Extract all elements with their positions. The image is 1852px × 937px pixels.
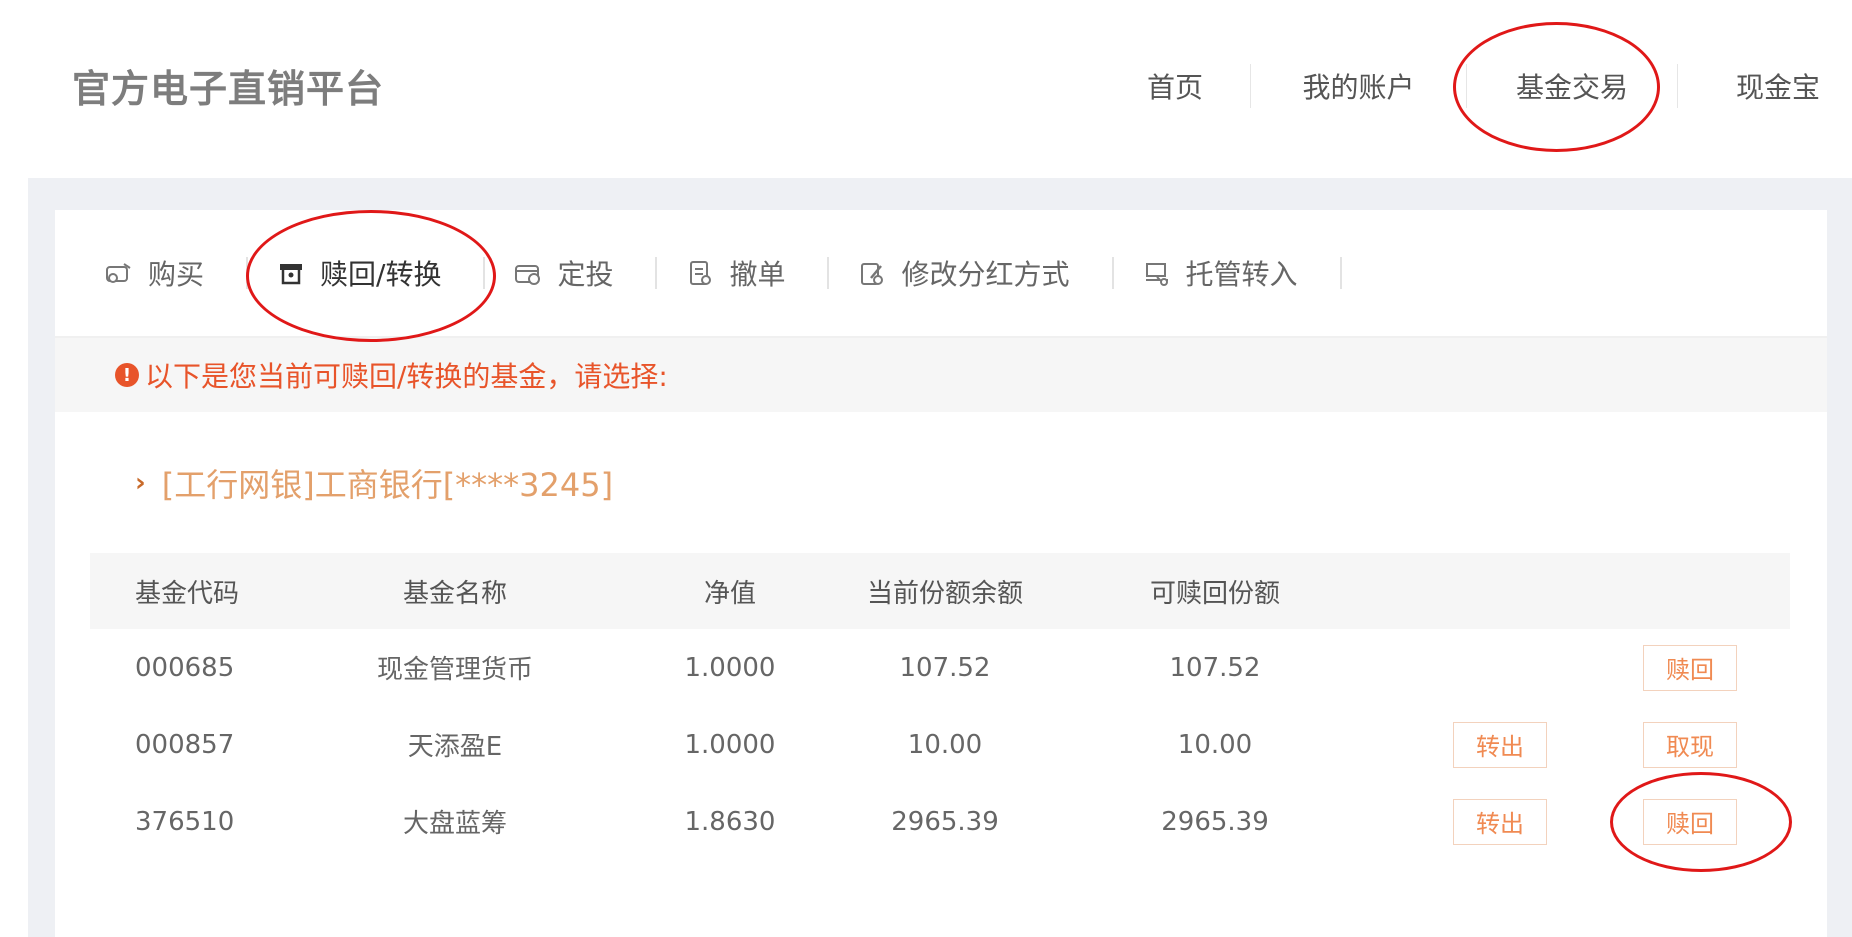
tab-fixed-investment-label: 定投	[557, 258, 614, 291]
tab-cancel-order[interactable]: 撤单	[671, 243, 813, 303]
fund-nav: 1.8630	[684, 806, 776, 837]
dividend-edit-icon	[857, 258, 887, 288]
header-redeemable-share: 可赎回份额	[1149, 578, 1280, 609]
table-header-row: 基金代码 基金名称 净值 当前份额余额 可赎回份额	[90, 553, 1790, 629]
fund-name: 现金管理货币	[376, 655, 533, 685]
tab-purchase-label: 购买	[148, 258, 205, 291]
nav-cash-treasure[interactable]: 现金宝	[1678, 60, 1852, 112]
tab-custody-transfer-label: 托管转入	[1185, 258, 1298, 291]
fund-code: 376510	[135, 806, 235, 837]
fund-redeemable: 2965.39	[1161, 806, 1269, 837]
bank-account-label: [工行网银]工商银行[****3245]	[161, 466, 614, 504]
trading-panel: 购买 赎回/转换 定投 撤单 修改分红方式 托管转入 ! 以下是您当前可赎回/转…	[55, 210, 1827, 937]
fund-share: 107.52	[899, 652, 991, 683]
sub-tab-bar: 购买 赎回/转换 定投 撤单 修改分红方式 托管转入	[55, 210, 1827, 355]
tab-purchase[interactable]: 购买	[90, 243, 232, 303]
alert-icon: !	[115, 363, 139, 387]
tab-cancel-order-label: 撤单	[729, 258, 786, 291]
tab-divider	[655, 257, 658, 289]
table-row: 000685 现金管理货币 1.0000 107.52 107.52 赎回	[90, 629, 1790, 706]
nav-home[interactable]: 首页	[1100, 60, 1250, 112]
tab-divider	[483, 257, 486, 289]
tab-divider	[1111, 257, 1114, 289]
withdraw-cash-button[interactable]: 取现	[1643, 721, 1737, 768]
transfer-out-button[interactable]: 转出	[1453, 798, 1547, 845]
chevron-right-icon: ›	[135, 468, 146, 498]
fund-share: 2965.39	[891, 806, 999, 837]
tab-divider	[1339, 257, 1342, 289]
table-row: 000857 天添盈E 1.0000 10.00 10.00 转出 取现	[90, 706, 1790, 783]
tab-divider	[246, 257, 249, 289]
site-header: 官方电子直销平台 首页 我的账户 基金交易 现金宝	[0, 0, 1852, 178]
tab-fixed-investment[interactable]: 定投	[499, 243, 641, 303]
tab-dividend-method-label: 修改分红方式	[901, 258, 1070, 291]
tab-dividend-method[interactable]: 修改分红方式	[843, 243, 1097, 303]
notice-text: 以下是您当前可赎回/转换的基金，请选择:	[145, 360, 668, 393]
transfer-out-button[interactable]: 转出	[1453, 721, 1547, 768]
fund-redeemable: 10.00	[1177, 729, 1253, 760]
cancel-order-icon	[685, 258, 715, 288]
tab-redeem-convert[interactable]: 赎回/转换	[262, 243, 469, 355]
fund-nav: 1.0000	[684, 729, 776, 760]
site-title: 官方电子直销平台	[72, 67, 385, 111]
fund-name: 天添盈E	[407, 732, 503, 762]
redeem-button[interactable]: 赎回	[1643, 644, 1737, 691]
fund-share: 10.00	[907, 729, 983, 760]
tab-redeem-convert-label: 赎回/转换	[320, 258, 442, 291]
tab-custody-transfer[interactable]: 托管转入	[1128, 243, 1326, 303]
nav-fund-trading[interactable]: 基金交易	[1467, 60, 1677, 112]
redeem-icon	[276, 258, 306, 288]
fund-code: 000857	[135, 729, 235, 760]
bank-account-toggle[interactable]: › [工行网银]工商银行[****3245]	[135, 460, 613, 506]
fund-name: 大盘蓝筹	[402, 809, 507, 839]
fixed-investment-icon	[513, 258, 543, 288]
table-row: 376510 大盘蓝筹 1.8630 2965.39 2965.39 转出 赎回	[90, 783, 1790, 860]
fund-redeemable: 107.52	[1169, 652, 1261, 683]
tab-divider	[827, 257, 830, 289]
header-current-share: 当前份额余额	[866, 578, 1023, 609]
nav-my-account[interactable]: 我的账户	[1251, 60, 1466, 112]
fund-table: 基金代码 基金名称 净值 当前份额余额 可赎回份额 000685 现金管理货币 …	[90, 553, 1790, 860]
purchase-icon	[104, 258, 134, 288]
top-nav: 首页 我的账户 基金交易 现金宝	[1100, 60, 1852, 112]
header-fund-code: 基金代码	[135, 578, 240, 609]
fund-code: 000685	[135, 652, 235, 683]
fund-nav: 1.0000	[684, 652, 776, 683]
header-fund-name: 基金名称	[402, 578, 507, 609]
custody-transfer-icon	[1142, 258, 1172, 288]
header-nav: 净值	[703, 578, 756, 609]
notice-bar: ! 以下是您当前可赎回/转换的基金，请选择:	[55, 338, 1827, 412]
redeem-button[interactable]: 赎回	[1643, 798, 1737, 845]
